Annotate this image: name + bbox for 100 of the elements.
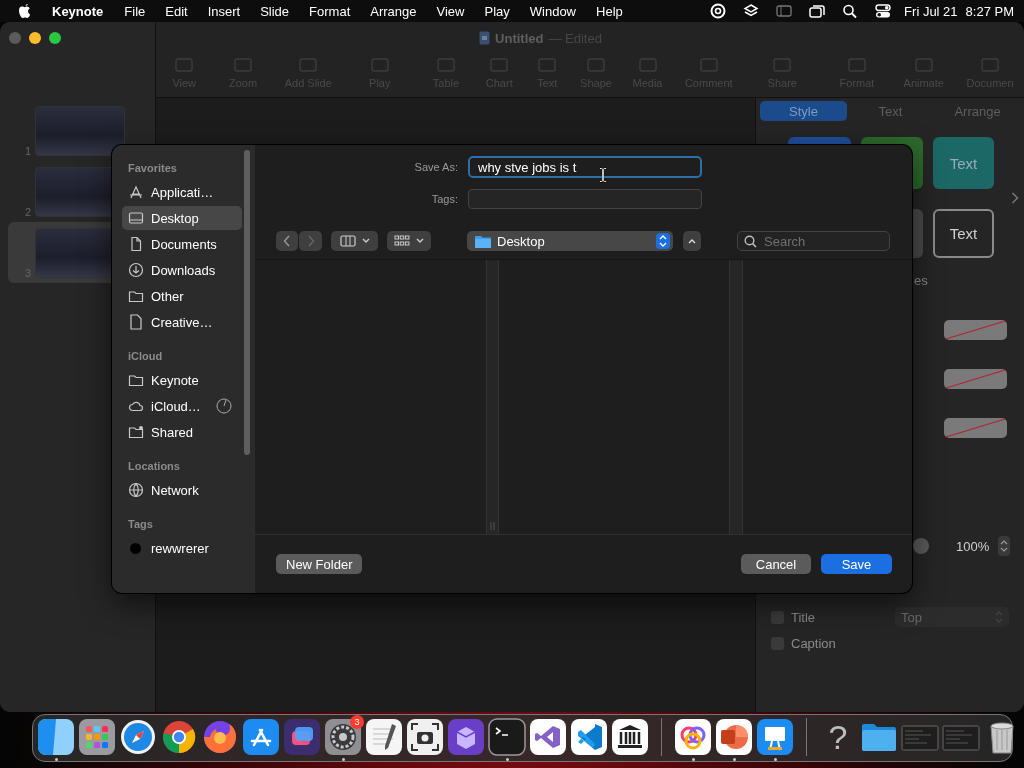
chevron-left-icon xyxy=(283,235,291,247)
section-heading: es xyxy=(914,273,929,289)
app-menu[interactable]: Keynote xyxy=(52,3,104,19)
scrollbar[interactable] xyxy=(244,150,250,455)
app-grid-icon[interactable] xyxy=(78,718,116,756)
view-mode-button[interactable] xyxy=(331,231,378,251)
slider-thumb[interactable] xyxy=(913,538,929,554)
two-tone-square-icon[interactable] xyxy=(37,718,75,756)
menu-item[interactable]: Slide xyxy=(260,3,290,19)
rainbow-circles-icon[interactable] xyxy=(674,718,712,756)
menu-item[interactable]: Help xyxy=(596,3,623,19)
menu-bar-date: Fri Jul 21 xyxy=(904,3,958,19)
swirl-globe-icon[interactable] xyxy=(201,718,239,756)
sidebar-heading: Favorites xyxy=(127,161,178,176)
folder-icon xyxy=(475,234,491,248)
group-button[interactable] xyxy=(387,231,431,251)
style-preset[interactable]: Text xyxy=(933,209,994,258)
field-label: Tags: xyxy=(430,193,458,205)
document-icon xyxy=(128,236,144,252)
forward-button[interactable] xyxy=(299,231,322,251)
notification-badge: 3 xyxy=(350,715,364,729)
square-outline-icon xyxy=(587,58,605,72)
infinity-icon[interactable] xyxy=(529,718,567,756)
menu-item[interactable]: File xyxy=(124,3,146,19)
tray-icon[interactable] xyxy=(447,718,485,756)
save-button[interactable]: Save xyxy=(821,554,892,574)
color-well[interactable] xyxy=(944,418,1007,438)
windows-icon[interactable] xyxy=(808,3,827,19)
folder-icon xyxy=(128,372,144,388)
menu-item[interactable]: View xyxy=(436,3,465,19)
search-field[interactable]: Search xyxy=(737,231,890,251)
menu-bar-clock: 8:27 PM xyxy=(965,3,1014,19)
minimize-button[interactable] xyxy=(29,32,41,44)
sidebar-item[interactable]: rewwrerer xyxy=(122,536,242,560)
sidebar-heading: Locations xyxy=(127,459,181,474)
chevron-up-icon xyxy=(688,238,696,244)
sidebar-item[interactable]: Network xyxy=(122,478,242,502)
file-name-field[interactable]: why stve jobs is t xyxy=(468,156,702,178)
chevron-down-icon xyxy=(416,238,424,244)
sidebar-item[interactable]: Applicati… xyxy=(122,180,242,204)
back-button[interactable] xyxy=(276,231,298,251)
slide-number: 1 xyxy=(24,145,33,157)
apple-icon[interactable] xyxy=(18,3,32,19)
square-outline-icon xyxy=(299,58,318,72)
sidebar-item[interactable]: Other xyxy=(122,284,242,308)
chevron-right-icon[interactable] xyxy=(1011,191,1019,204)
checkbox[interactable] xyxy=(771,610,784,624)
help-icon[interactable]: ? xyxy=(819,718,857,756)
sidebar-item[interactable]: Keynote xyxy=(122,368,242,392)
columns-icon[interactable] xyxy=(611,718,649,756)
menu-item[interactable]: Play xyxy=(484,3,510,19)
layers-icon[interactable] xyxy=(742,3,761,19)
square-outline-icon xyxy=(773,58,792,72)
columns-icon xyxy=(339,235,356,247)
square-outline-icon xyxy=(981,58,999,72)
opacity-value[interactable]: 100% xyxy=(956,538,992,554)
notepad-icon[interactable] xyxy=(365,718,403,756)
search-icon xyxy=(744,235,757,248)
gear-icon[interactable] xyxy=(324,718,362,756)
stepper-icon[interactable] xyxy=(998,536,1010,556)
square-outline-icon xyxy=(848,58,866,72)
ring-icon[interactable] xyxy=(709,3,728,19)
sidebar-item[interactable]: Desktop xyxy=(122,206,242,230)
icon-grid-icon xyxy=(394,235,410,247)
chevron-right-icon xyxy=(306,235,315,247)
slides-icon[interactable] xyxy=(715,718,753,756)
sidebar-item[interactable]: Creative… xyxy=(122,310,242,334)
terminal-icon[interactable] xyxy=(488,718,526,756)
slide-thumbnail[interactable] xyxy=(35,106,125,156)
camera-icon[interactable] xyxy=(406,718,444,756)
podium-icon[interactable] xyxy=(756,718,794,756)
tricolor-circle-icon[interactable] xyxy=(160,718,198,756)
menu-item[interactable]: Window xyxy=(529,3,576,19)
sidebar-item[interactable]: Shared xyxy=(122,420,242,444)
expand-button[interactable] xyxy=(683,231,701,251)
updown-arrows-icon xyxy=(656,233,670,249)
color-well[interactable] xyxy=(944,369,1007,389)
tags-field[interactable] xyxy=(468,189,702,209)
square-outline-icon xyxy=(699,58,718,72)
control-center-icon[interactable] xyxy=(874,3,893,19)
square-outline-icon xyxy=(538,58,557,72)
menu-item[interactable]: Insert xyxy=(207,3,241,19)
compass-icon[interactable] xyxy=(119,718,157,756)
slide-number: 2 xyxy=(24,206,33,218)
menu-item[interactable]: Format xyxy=(309,3,351,19)
sidebar-icon[interactable] xyxy=(775,3,794,19)
updown-arrows-icon xyxy=(995,611,1003,623)
file-icon xyxy=(128,314,144,330)
menu-item[interactable]: Arrange xyxy=(370,3,417,19)
location-popup[interactable]: Desktop xyxy=(467,231,673,251)
zoom-button[interactable] xyxy=(49,32,61,44)
sidebar-item[interactable]: iCloud… xyxy=(122,394,242,418)
document-icon xyxy=(479,31,491,45)
cancel-button[interactable]: Cancel xyxy=(741,554,811,574)
menu-item[interactable]: Edit xyxy=(165,3,188,19)
square-outline-icon xyxy=(490,58,509,72)
new-folder-button[interactable]: New Folder xyxy=(276,554,363,574)
ribbon-icon[interactable] xyxy=(570,718,608,756)
shared-folder-icon xyxy=(128,424,144,440)
color-well[interactable] xyxy=(944,320,1007,340)
